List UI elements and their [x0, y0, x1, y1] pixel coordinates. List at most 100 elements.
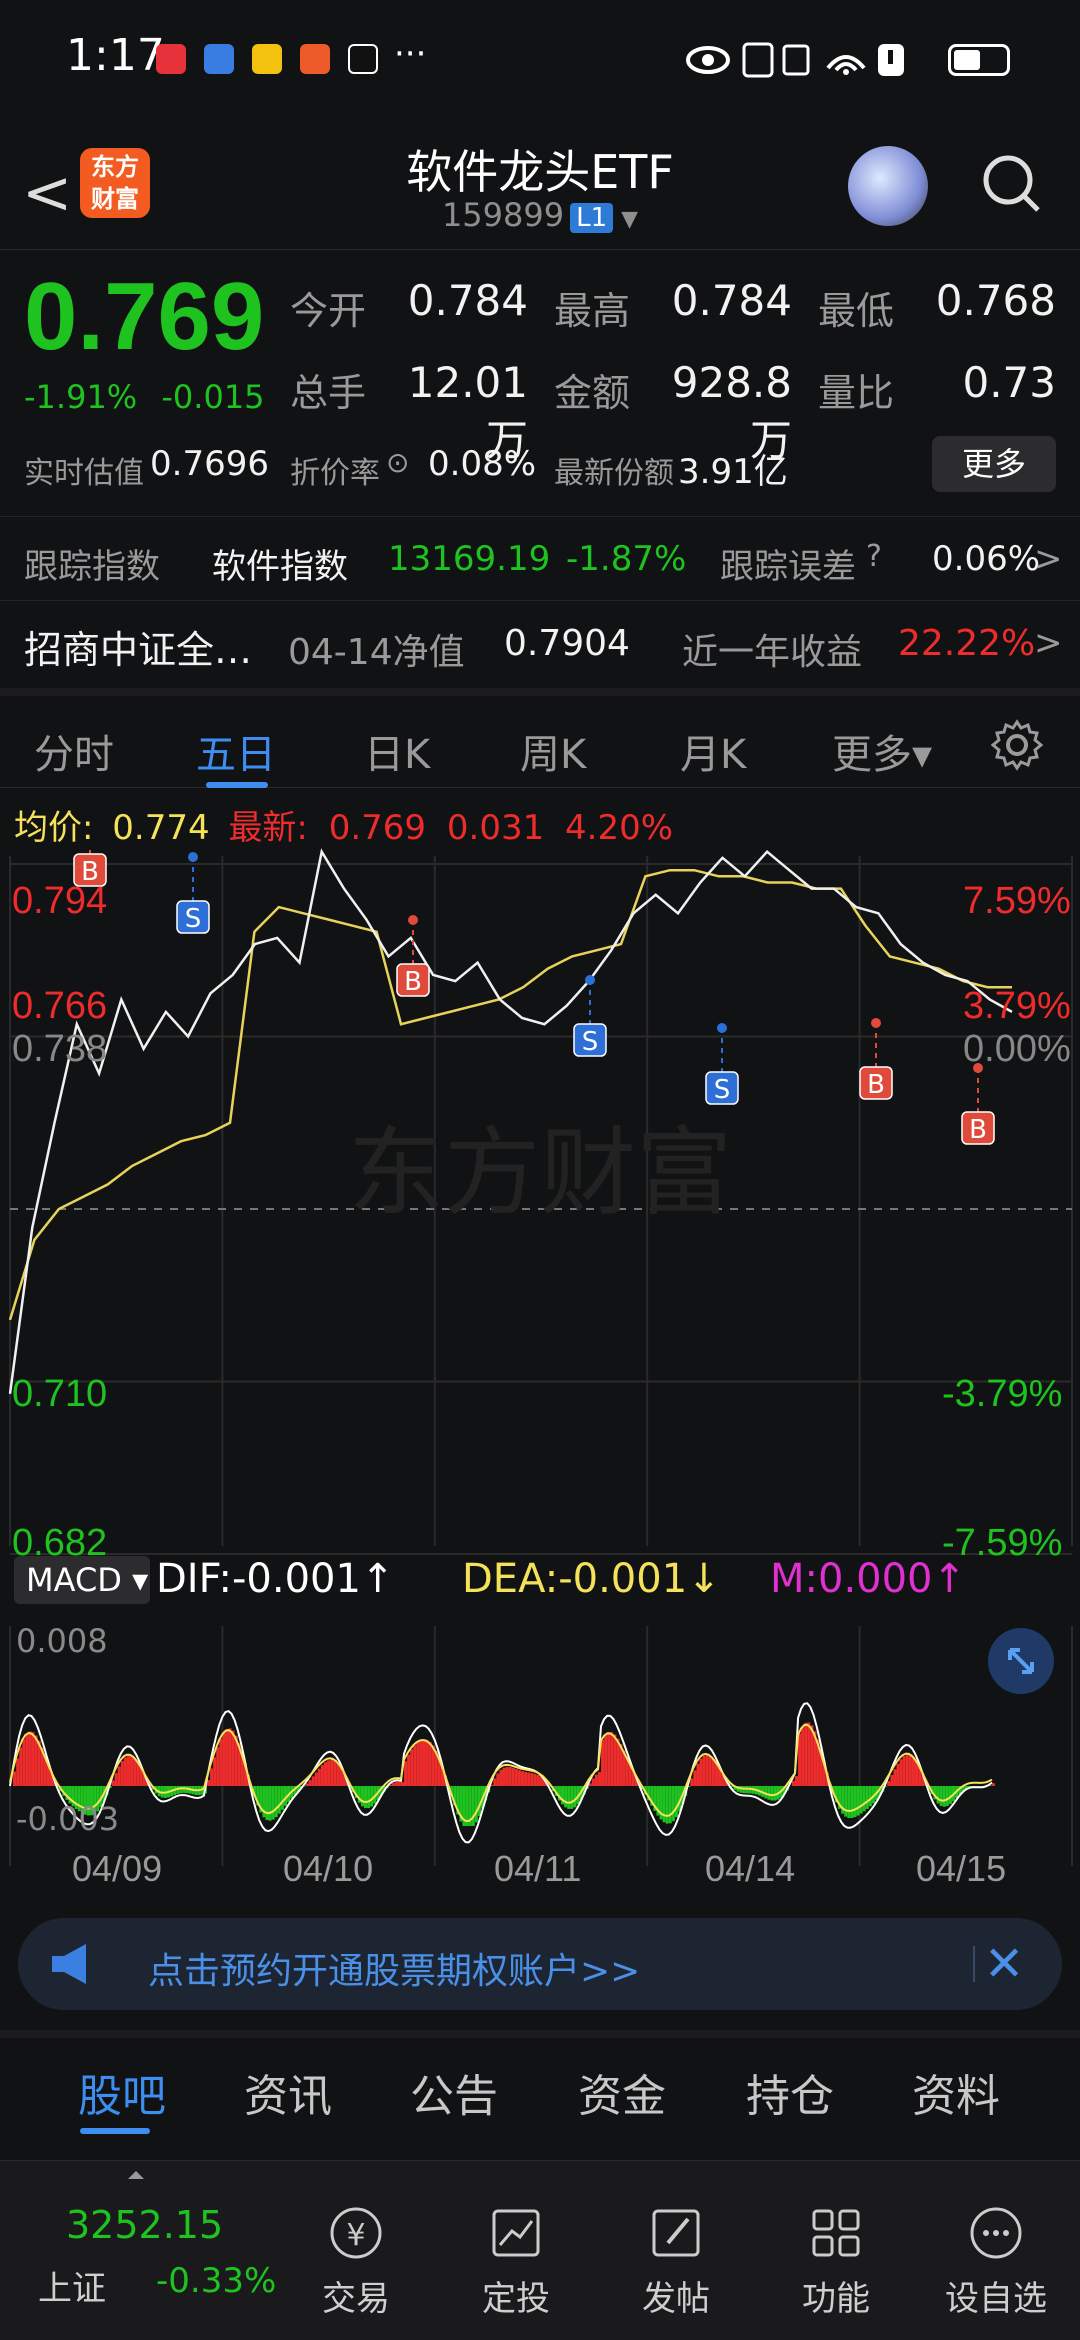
tab-more[interactable]: 更多▾	[832, 722, 932, 780]
content-tabs: 股吧 资讯 公告 资金 持仓 资料	[0, 2030, 1080, 2134]
macd-bar	[271, 1786, 275, 1820]
macd-bar	[333, 1760, 337, 1786]
macd-bar	[902, 1756, 906, 1786]
low-label: 最低	[818, 289, 895, 333]
tab-daily-k[interactable]: 日K	[364, 722, 430, 780]
macd-bar	[696, 1763, 700, 1786]
help-icon[interactable]: ?	[866, 539, 882, 574]
tab-intraday[interactable]: 分时	[34, 722, 114, 780]
settings-gear-icon[interactable]	[990, 718, 1044, 772]
macd-bar	[591, 1778, 595, 1786]
signal-label: B	[867, 1070, 885, 1100]
price-chart[interactable]: 东方财富 BSBSS BB	[0, 846, 1080, 1866]
macd-bar	[616, 1738, 620, 1786]
macd-bar	[804, 1722, 808, 1786]
index-change: -1.87%	[566, 539, 687, 579]
grid-icon	[812, 2209, 860, 2257]
macd-bar	[936, 1786, 940, 1804]
svg-text:¥: ¥	[346, 2218, 365, 2253]
macd-bar	[216, 1747, 220, 1786]
nav-auto-invest[interactable]: 定投	[456, 2201, 576, 2320]
macd-bar	[126, 1755, 130, 1786]
expand-icon[interactable]	[988, 1628, 1054, 1694]
macd-bar	[16, 1758, 20, 1786]
macd-bar	[850, 1786, 854, 1819]
more-button[interactable]: 更多	[932, 436, 1056, 492]
signal-dot	[871, 1018, 881, 1028]
index-value: 13169.19	[388, 539, 551, 579]
nav-post[interactable]: 发帖	[616, 2201, 736, 2320]
signal-label: S	[582, 1027, 599, 1057]
macd-bar	[893, 1769, 897, 1786]
indicator-select[interactable]: MACD ▾	[14, 1556, 150, 1604]
macd-bar	[862, 1786, 866, 1812]
y-tick-right: 0.00%	[963, 1028, 1071, 1070]
macd-bar	[847, 1786, 851, 1819]
macd-bar	[807, 1722, 811, 1786]
nav-functions[interactable]: 功能	[776, 2201, 896, 2320]
robot-assistant-icon[interactable]	[848, 146, 928, 226]
shares-label: 最新份额	[554, 456, 674, 491]
return-value: 22.22%	[898, 623, 1036, 664]
index-name: 软件指数	[212, 547, 348, 587]
chevron-up-icon	[128, 2171, 144, 2179]
signal-dot	[717, 1023, 727, 1033]
tab-news[interactable]: 资讯	[244, 2060, 332, 2124]
options-promo-banner[interactable]: 点击预约开通股票期权账户>> ✕	[18, 1918, 1062, 2010]
search-icon[interactable]	[980, 152, 1042, 214]
latest-value: 0.769	[328, 808, 427, 848]
macd-bar	[404, 1761, 408, 1786]
fund-row[interactable]: 招商中证全… 04-14净值 0.7904 近一年收益 22.22% >	[0, 600, 1080, 684]
header: < 东方财富 软件龙头ETF 159899 L1 ▼	[0, 120, 1080, 250]
latest-label: 最新:	[228, 808, 308, 848]
nav-trade[interactable]: ¥ 交易	[296, 2201, 416, 2320]
tab-monthly-k[interactable]: 月K	[680, 722, 746, 780]
volume-label: 总手	[290, 371, 367, 415]
macd-bar	[182, 1786, 186, 1793]
tab-holdings[interactable]: 持仓	[746, 2060, 834, 2124]
macd-bar	[502, 1767, 506, 1786]
tab-guba[interactable]: 股吧	[78, 2060, 166, 2124]
nav-add-watchlist[interactable]: 设自选	[936, 2201, 1056, 2320]
app-notification-icon	[156, 44, 186, 74]
macd-bar	[791, 1780, 795, 1786]
nav-label: 功能	[802, 2279, 870, 2319]
tab-profile[interactable]: 资料	[912, 2060, 1000, 2124]
app-notification-icon	[204, 44, 234, 74]
index-ticker[interactable]: 3252.15 上证 -0.33%	[0, 2161, 280, 2340]
macd-bar	[942, 1786, 946, 1807]
avg-label: 均价:	[14, 808, 94, 848]
macd-bar	[474, 1786, 478, 1823]
current-price: 0.769	[24, 263, 265, 370]
macd-bar	[28, 1731, 32, 1786]
tab-weekly-k[interactable]: 周K	[520, 722, 586, 780]
signal-label: B	[404, 967, 422, 997]
macd-bar	[767, 1786, 771, 1800]
signal-dot	[585, 975, 595, 985]
macd-bar	[314, 1772, 318, 1786]
macd-bar	[367, 1786, 371, 1809]
macd-bar	[330, 1759, 334, 1786]
tracking-row[interactable]: 跟踪指数 软件指数 13169.19 -1.87% 跟踪误差 ? 0.06% >	[0, 516, 1080, 600]
y-tick-right: 3.79%	[963, 985, 1071, 1027]
macd-bar	[745, 1786, 749, 1794]
macd-bar	[274, 1786, 278, 1818]
macd-bar	[865, 1786, 869, 1809]
nav-label: 发帖	[642, 2279, 710, 2319]
chart-up-icon	[492, 2209, 540, 2257]
macd-bar	[770, 1786, 774, 1801]
macd-bar	[213, 1757, 217, 1786]
info-icon[interactable]: ⊙	[386, 446, 409, 479]
high-label: 最高	[554, 289, 631, 333]
macd-bar	[844, 1786, 848, 1817]
latest-change: 0.031	[446, 808, 545, 848]
x-tick-label: 04/11	[494, 1848, 582, 1889]
tab-announcements[interactable]: 公告	[410, 2060, 498, 2124]
macd-bar	[268, 1786, 272, 1821]
tab-funds[interactable]: 资金	[578, 2060, 666, 2124]
macd-bar	[908, 1754, 912, 1786]
macd-bar	[364, 1786, 368, 1809]
tab-five-day[interactable]: 五日	[196, 722, 276, 780]
edit-icon	[652, 2209, 700, 2257]
close-icon[interactable]: ✕	[984, 1936, 1024, 1992]
